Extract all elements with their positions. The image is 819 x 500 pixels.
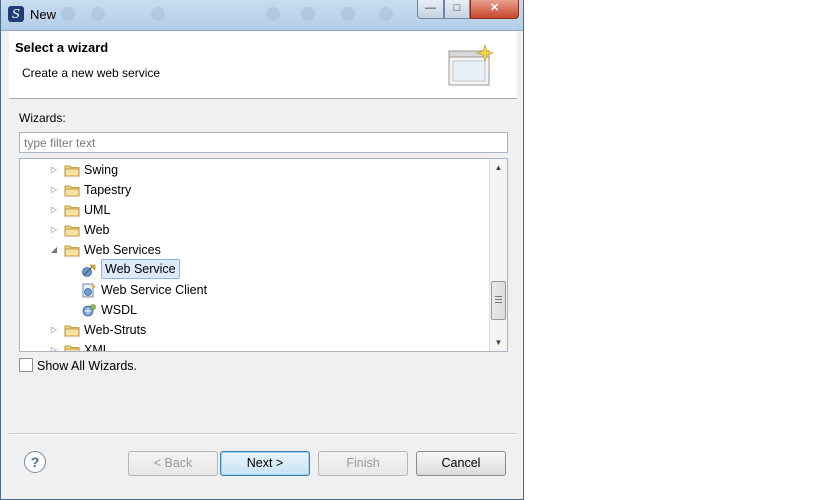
close-button[interactable]: ✕ xyxy=(470,0,519,19)
help-icon[interactable]: ? xyxy=(24,451,46,473)
folder-icon xyxy=(64,203,80,217)
button-bar-separator xyxy=(9,433,517,435)
maximize-button[interactable]: □ xyxy=(444,0,470,19)
collapsed-arrow-icon[interactable]: ▷ xyxy=(49,340,59,351)
tree-item-label: XML xyxy=(84,343,110,352)
show-all-wizards-checkbox[interactable]: Show All Wizards. xyxy=(19,358,137,373)
tree-item-label: UML xyxy=(84,203,111,217)
background-toolbar-icon xyxy=(61,7,75,21)
tree-item-label: Web-Struts xyxy=(84,323,147,337)
tree-item-label: Web Service Client xyxy=(101,283,208,297)
page-description: Create a new web service xyxy=(22,66,161,80)
tree-item-label: WSDL xyxy=(101,303,138,317)
title-bar[interactable]: S New — □ ✕ xyxy=(1,0,523,31)
wizard-banner: Select a wizard Create a new web service xyxy=(9,31,517,99)
collapsed-arrow-icon[interactable]: ▷ xyxy=(49,220,59,240)
new-wizard-icon xyxy=(448,44,495,86)
page-title: Select a wizard xyxy=(15,40,109,55)
folder-icon xyxy=(64,183,80,197)
wizard-tree[interactable]: ▷ Swing ▷ Tapestry ▷ UML ▷ Web ◢ Web Services Web … xyxy=(19,158,508,352)
tree-item-label: Web Services xyxy=(84,243,161,257)
folder-icon xyxy=(64,323,80,337)
vertical-scrollbar[interactable]: ▲ ▼ xyxy=(489,159,507,351)
background-toolbar-icon xyxy=(341,7,355,21)
web-service-client-icon xyxy=(81,283,97,298)
tree-item-label: Web Service xyxy=(101,259,180,279)
wsdl-icon xyxy=(81,303,97,317)
finish-button[interactable]: Finish xyxy=(318,451,408,476)
scroll-down-arrow-icon[interactable]: ▼ xyxy=(490,334,507,351)
folder-icon xyxy=(64,223,80,237)
background-toolbar-icon xyxy=(301,7,315,21)
collapsed-arrow-icon[interactable]: ▷ xyxy=(49,180,59,200)
background-toolbar-icon xyxy=(91,7,105,21)
filter-input[interactable] xyxy=(19,132,508,153)
show-all-label: Show All Wizards. xyxy=(37,359,138,373)
window-title: New xyxy=(30,7,57,22)
eclipse-icon: S xyxy=(8,6,24,22)
wizards-label: Wizards: xyxy=(19,111,66,125)
background-toolbar-icon xyxy=(151,7,165,21)
expanded-arrow-icon[interactable]: ◢ xyxy=(49,240,59,260)
folder-icon xyxy=(64,343,80,351)
folder-icon xyxy=(64,163,80,177)
background-toolbar-icon xyxy=(379,7,393,21)
tree-item-label: Web xyxy=(84,223,110,237)
web-service-icon xyxy=(81,263,97,277)
cancel-button[interactable]: Cancel xyxy=(416,451,506,476)
minimize-button[interactable]: — xyxy=(417,0,444,19)
collapsed-arrow-icon[interactable]: ▷ xyxy=(49,320,59,340)
tree-item-label: Tapestry xyxy=(84,183,132,197)
folder-icon xyxy=(64,243,80,257)
scrollbar-thumb[interactable] xyxy=(491,281,506,320)
collapsed-arrow-icon[interactable]: ▷ xyxy=(49,200,59,220)
tree-item-label: Swing xyxy=(84,163,119,177)
new-wizard-dialog: S New — □ ✕ Select a wizard Create a new… xyxy=(0,0,524,500)
next-button[interactable]: Next > xyxy=(220,451,310,476)
back-button[interactable]: < Back xyxy=(128,451,218,476)
background-toolbar-icon xyxy=(266,7,280,21)
collapsed-arrow-icon[interactable]: ▷ xyxy=(49,160,59,180)
scroll-up-arrow-icon[interactable]: ▲ xyxy=(490,159,507,176)
checkbox-icon[interactable] xyxy=(19,358,33,372)
